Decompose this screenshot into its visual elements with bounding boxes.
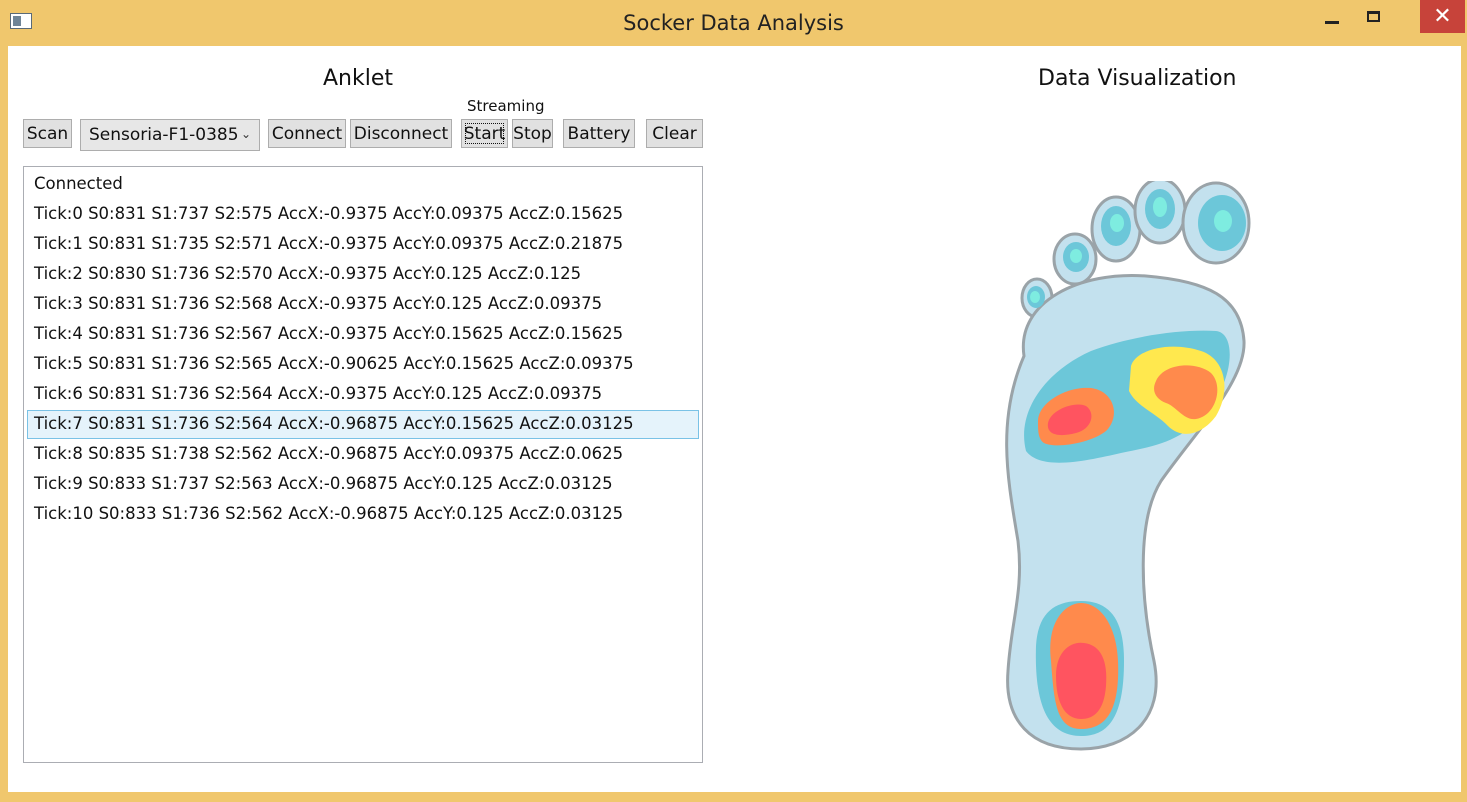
list-item[interactable]: Tick:2 S0:830 S1:736 S2:570 AccX:-0.9375… xyxy=(27,260,699,289)
toe-1-hotspot xyxy=(1214,210,1232,232)
toe-2-hotspot xyxy=(1153,197,1167,217)
list-item[interactable]: Tick:1 S0:831 S1:735 S2:571 AccX:-0.9375… xyxy=(27,230,699,259)
list-item[interactable]: Tick:7 S0:831 S1:736 S2:564 AccX:-0.9687… xyxy=(27,410,699,439)
maximize-icon xyxy=(1366,11,1380,22)
main-panel: Anklet Data Visualization Streaming Scan… xyxy=(8,46,1461,792)
device-select[interactable]: Sensoria-F1-0385 ⌄ xyxy=(80,119,260,151)
stop-button[interactable]: Stop xyxy=(512,119,553,148)
foot-pressure-visualization xyxy=(1005,181,1251,751)
toe-4-hotspot xyxy=(1070,249,1082,263)
list-item[interactable]: Tick:9 S0:833 S1:737 S2:563 AccX:-0.9687… xyxy=(27,470,699,499)
list-item[interactable]: Tick:4 S0:831 S1:736 S2:567 AccX:-0.9375… xyxy=(27,320,699,349)
list-item[interactable]: Tick:3 S0:831 S1:736 S2:568 AccX:-0.9375… xyxy=(27,290,699,319)
maximize-button[interactable] xyxy=(1358,0,1388,33)
heel-hotspot-inner xyxy=(1056,642,1107,719)
minimize-icon xyxy=(1325,21,1339,24)
anklet-title: Anklet xyxy=(323,66,394,91)
streaming-label: Streaming xyxy=(467,97,545,115)
data-log-list[interactable]: Connected Tick:0 S0:831 S1:737 S2:575 Ac… xyxy=(23,166,703,763)
title-bar: Socker Data Analysis ✕ xyxy=(0,0,1467,46)
toe-3-hotspot xyxy=(1110,214,1124,232)
battery-button[interactable]: Battery xyxy=(563,119,635,148)
list-item[interactable]: Tick:10 S0:833 S1:736 S2:562 AccX:-0.968… xyxy=(27,500,699,529)
list-item[interactable]: Tick:8 S0:835 S1:738 S2:562 AccX:-0.9687… xyxy=(27,440,699,469)
list-item[interactable]: Connected xyxy=(27,170,699,199)
window-title: Socker Data Analysis xyxy=(623,11,844,35)
connect-button[interactable]: Connect xyxy=(268,119,346,148)
clear-button[interactable]: Clear xyxy=(646,119,703,148)
scan-button[interactable]: Scan xyxy=(23,119,72,148)
disconnect-button[interactable]: Disconnect xyxy=(350,119,452,148)
list-item[interactable]: Tick:6 S0:831 S1:736 S2:564 AccX:-0.9375… xyxy=(27,380,699,409)
focus-rectangle xyxy=(465,123,504,144)
list-item[interactable]: Tick:0 S0:831 S1:737 S2:575 AccX:-0.9375… xyxy=(27,200,699,229)
chevron-down-icon: ⌄ xyxy=(240,127,251,141)
start-button[interactable]: Start xyxy=(461,119,508,148)
close-button[interactable]: ✕ xyxy=(1420,0,1465,33)
list-item[interactable]: Tick:5 S0:831 S1:736 S2:565 AccX:-0.9062… xyxy=(27,350,699,379)
visualization-title: Data Visualization xyxy=(1038,66,1237,91)
close-icon: ✕ xyxy=(1433,4,1452,29)
device-select-value: Sensoria-F1-0385 xyxy=(89,125,239,145)
minimize-button[interactable] xyxy=(1317,0,1347,33)
toe-5-hotspot xyxy=(1030,291,1040,303)
